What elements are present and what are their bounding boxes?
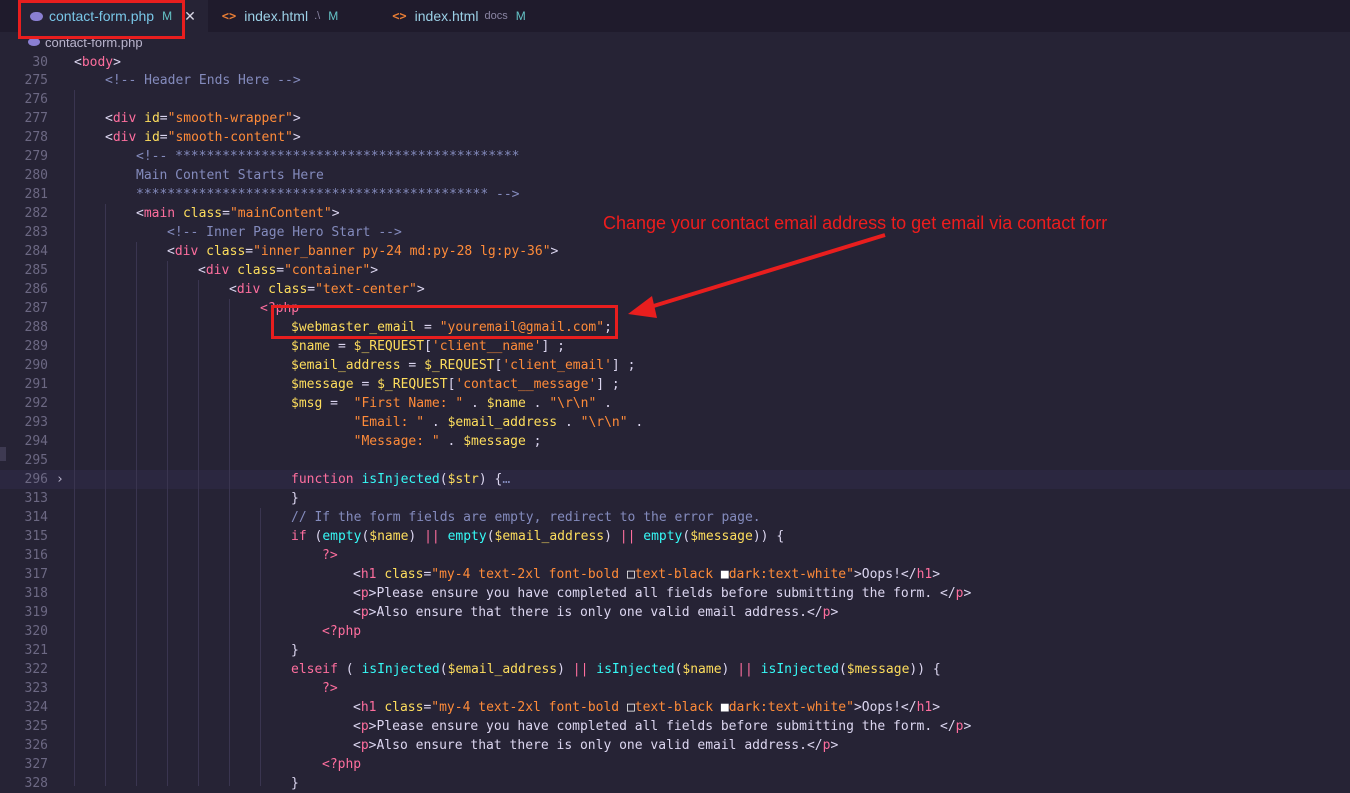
- line-number: 30: [32, 55, 48, 70]
- annotation-arrow: [628, 233, 886, 318]
- code-text: <body>: [74, 53, 121, 72]
- code-token: <: [74, 55, 82, 70]
- code-token: >: [113, 55, 121, 70]
- sticky-scroll-line[interactable]: 30 <body>: [0, 53, 1350, 72]
- code-token: body: [81, 55, 114, 70]
